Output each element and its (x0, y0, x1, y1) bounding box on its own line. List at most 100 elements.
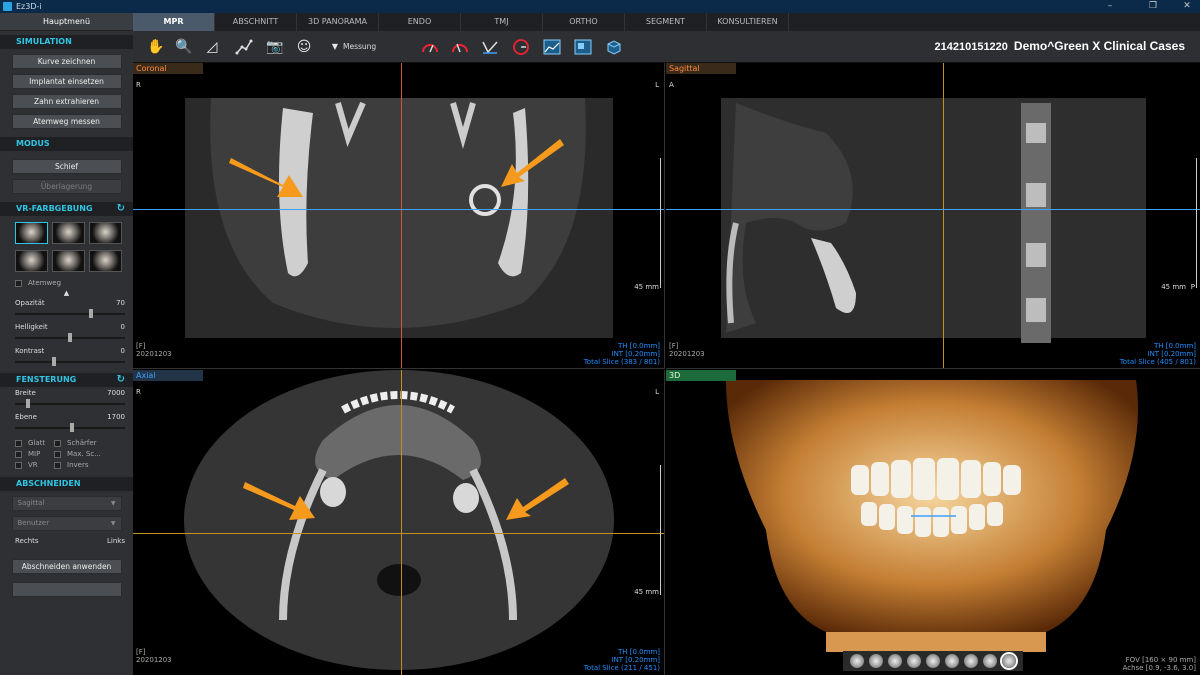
window-level-icon[interactable] (574, 38, 592, 56)
face-photo-icon[interactable]: ☺ (295, 38, 313, 56)
volume-3d-view[interactable]: 3D FOV [160 × 90 mm] Achse [0.9, -3.6, 3… (666, 370, 1200, 675)
clip-mode-select[interactable]: Benutzer (11, 516, 122, 531)
cube-icon[interactable] (605, 38, 623, 56)
overlay-button[interactable]: Überlagerung (11, 179, 122, 194)
apply-clipping-button[interactable]: Abschneiden anwenden (11, 559, 122, 574)
left-label[interactable]: Links (107, 537, 125, 545)
slider-handle[interactable] (52, 357, 57, 366)
view-title: Axial (133, 370, 203, 381)
orientation-preset-icon[interactable] (868, 654, 883, 668)
partial-button[interactable] (11, 582, 122, 597)
draw-curve-button[interactable]: Kurve zeichnen (11, 54, 122, 69)
tab-abschnitt[interactable]: ABSCHNITT (215, 13, 297, 31)
camera-icon[interactable]: 📷 (266, 38, 284, 56)
oblique-button[interactable]: Schief (11, 159, 122, 174)
gauge-icon[interactable] (451, 38, 469, 56)
tab-endo[interactable]: ENDO (379, 13, 461, 31)
tmj-angle-icon[interactable] (481, 38, 499, 56)
section-title: MODUS (16, 139, 50, 148)
crosshair-horizontal[interactable] (133, 209, 664, 210)
slider-track[interactable] (15, 361, 125, 363)
slider-label: Ebene (15, 413, 37, 421)
crosshair-horizontal[interactable] (666, 209, 1200, 210)
checkbox-maxsc[interactable]: Max. Sc... (54, 450, 114, 458)
collapse-up-icon[interactable]: ▲ (0, 289, 133, 297)
histogram-icon[interactable] (543, 38, 561, 56)
vr-preset-thumbnail[interactable] (15, 222, 48, 244)
crosshair-horizontal[interactable] (133, 533, 664, 534)
angle-icon[interactable]: ◿ (203, 38, 221, 56)
thickness-info: TH [0.0mm] (618, 648, 660, 656)
orientation-preset-icon[interactable] (945, 654, 960, 668)
checkbox-vr[interactable]: VR (15, 461, 54, 469)
crosshair-vertical[interactable] (401, 63, 402, 368)
checkbox-schärfer[interactable]: Schärfer (54, 439, 114, 447)
crosshair-vertical[interactable] (943, 63, 944, 368)
checkbox-mip[interactable]: MIP (15, 450, 54, 458)
rotate-icon[interactable] (1002, 654, 1017, 668)
checkbox-box (15, 461, 22, 469)
slider-handle[interactable] (25, 399, 30, 408)
slider-track[interactable] (15, 403, 125, 405)
gauge-icon[interactable] (421, 38, 439, 56)
zoom-icon[interactable]: 🔍 (175, 38, 193, 56)
slider-kontrast[interactable]: Kontrast 0 (15, 347, 125, 369)
vr-preset-thumbnail[interactable] (89, 222, 122, 244)
tab-konsultieren[interactable]: KONSULTIEREN (707, 13, 789, 31)
clip-direction: Rechts Links (15, 537, 125, 545)
slider-ebene[interactable]: Ebene 1700 (15, 413, 125, 435)
slider-value: 70 (116, 299, 125, 307)
measure-label[interactable]: Messung (343, 42, 376, 51)
vr-preset-thumbnail[interactable] (89, 250, 122, 272)
clip-plane-select[interactable]: Sagittal (11, 496, 122, 511)
orientation-preset-icon[interactable] (849, 654, 864, 668)
vr-preset-thumbnail[interactable] (52, 250, 85, 272)
crosshair-vertical[interactable] (401, 370, 402, 675)
orientation-preset-icon[interactable] (964, 654, 979, 668)
orientation-preset-icon[interactable] (887, 654, 902, 668)
axial-view[interactable]: Axial R L 45 mm [F] 20201203 TH [0.0mm] … (133, 370, 665, 675)
measure-airway-button[interactable]: Atemweg messen (11, 114, 122, 129)
coronal-view[interactable]: Coronal R L 45 mm [F] 20201203 TH [0.0mm… (133, 63, 665, 369)
slider-opazität[interactable]: Opazität 70 (15, 299, 125, 321)
maximize-button[interactable]: ❐ (1140, 0, 1166, 13)
tab-tmj[interactable]: TMJ (461, 13, 543, 31)
sagittal-view[interactable]: Sagittal A P 45 mm [F] 20201203 TH [0.0m… (666, 63, 1200, 369)
orientation-preset-icon[interactable] (983, 654, 998, 668)
slider-value: 0 (120, 323, 125, 331)
right-label[interactable]: Rechts (15, 537, 39, 545)
section-vr-coloring: VR-FARBGEBUNG ↻ (0, 202, 133, 216)
vr-preset-thumbnail[interactable] (52, 222, 85, 244)
close-button[interactable]: ✕ (1174, 0, 1200, 13)
slider-handle[interactable] (70, 423, 75, 432)
section-windowing: FENSTERUNG ↻ (0, 373, 133, 387)
pan-hand-icon[interactable]: ✋ (147, 38, 165, 56)
tab-ortho[interactable]: ORTHO (543, 13, 625, 31)
tab-segment[interactable]: SEGMENT (625, 13, 707, 31)
airway-checkbox[interactable]: Atemweg (15, 279, 133, 287)
orientation-preset-icon[interactable] (906, 654, 921, 668)
filter-checkboxes: Glatt Schärfer MIP Max. Sc... VR Invers (0, 439, 133, 469)
main-menu-button[interactable]: Hauptmenü (0, 13, 133, 31)
tab-mpr[interactable]: MPR (133, 13, 215, 31)
slider-handle[interactable] (68, 333, 72, 342)
slider-handle[interactable] (89, 309, 94, 318)
slider-value: 0 (120, 347, 125, 355)
minimize-button[interactable]: – (1097, 0, 1123, 13)
measure-dropdown-icon[interactable]: ▼ (326, 38, 344, 56)
refresh-icon[interactable]: ↻ (117, 202, 125, 216)
vr-preset-thumbnail[interactable] (15, 250, 48, 272)
place-implant-button[interactable]: Implantat einsetzen (11, 74, 122, 89)
orientation-preset-icon[interactable] (925, 654, 940, 668)
extract-tooth-button[interactable]: Zahn extrahieren (11, 94, 122, 109)
clock-icon[interactable] (512, 38, 530, 56)
tab-3d-panorama[interactable]: 3D PANORAMA (297, 13, 379, 31)
checkbox-glatt[interactable]: Glatt (15, 439, 54, 447)
polyline-icon[interactable] (235, 38, 253, 56)
slider-track[interactable] (15, 313, 125, 315)
checkbox-invers[interactable]: Invers (54, 461, 114, 469)
volume-render-image (726, 380, 1138, 652)
slider-breite[interactable]: Breite 7000 (15, 389, 125, 411)
slider-helligkeit[interactable]: Helligkeit 0 (15, 323, 125, 345)
refresh-icon[interactable]: ↻ (117, 373, 125, 387)
